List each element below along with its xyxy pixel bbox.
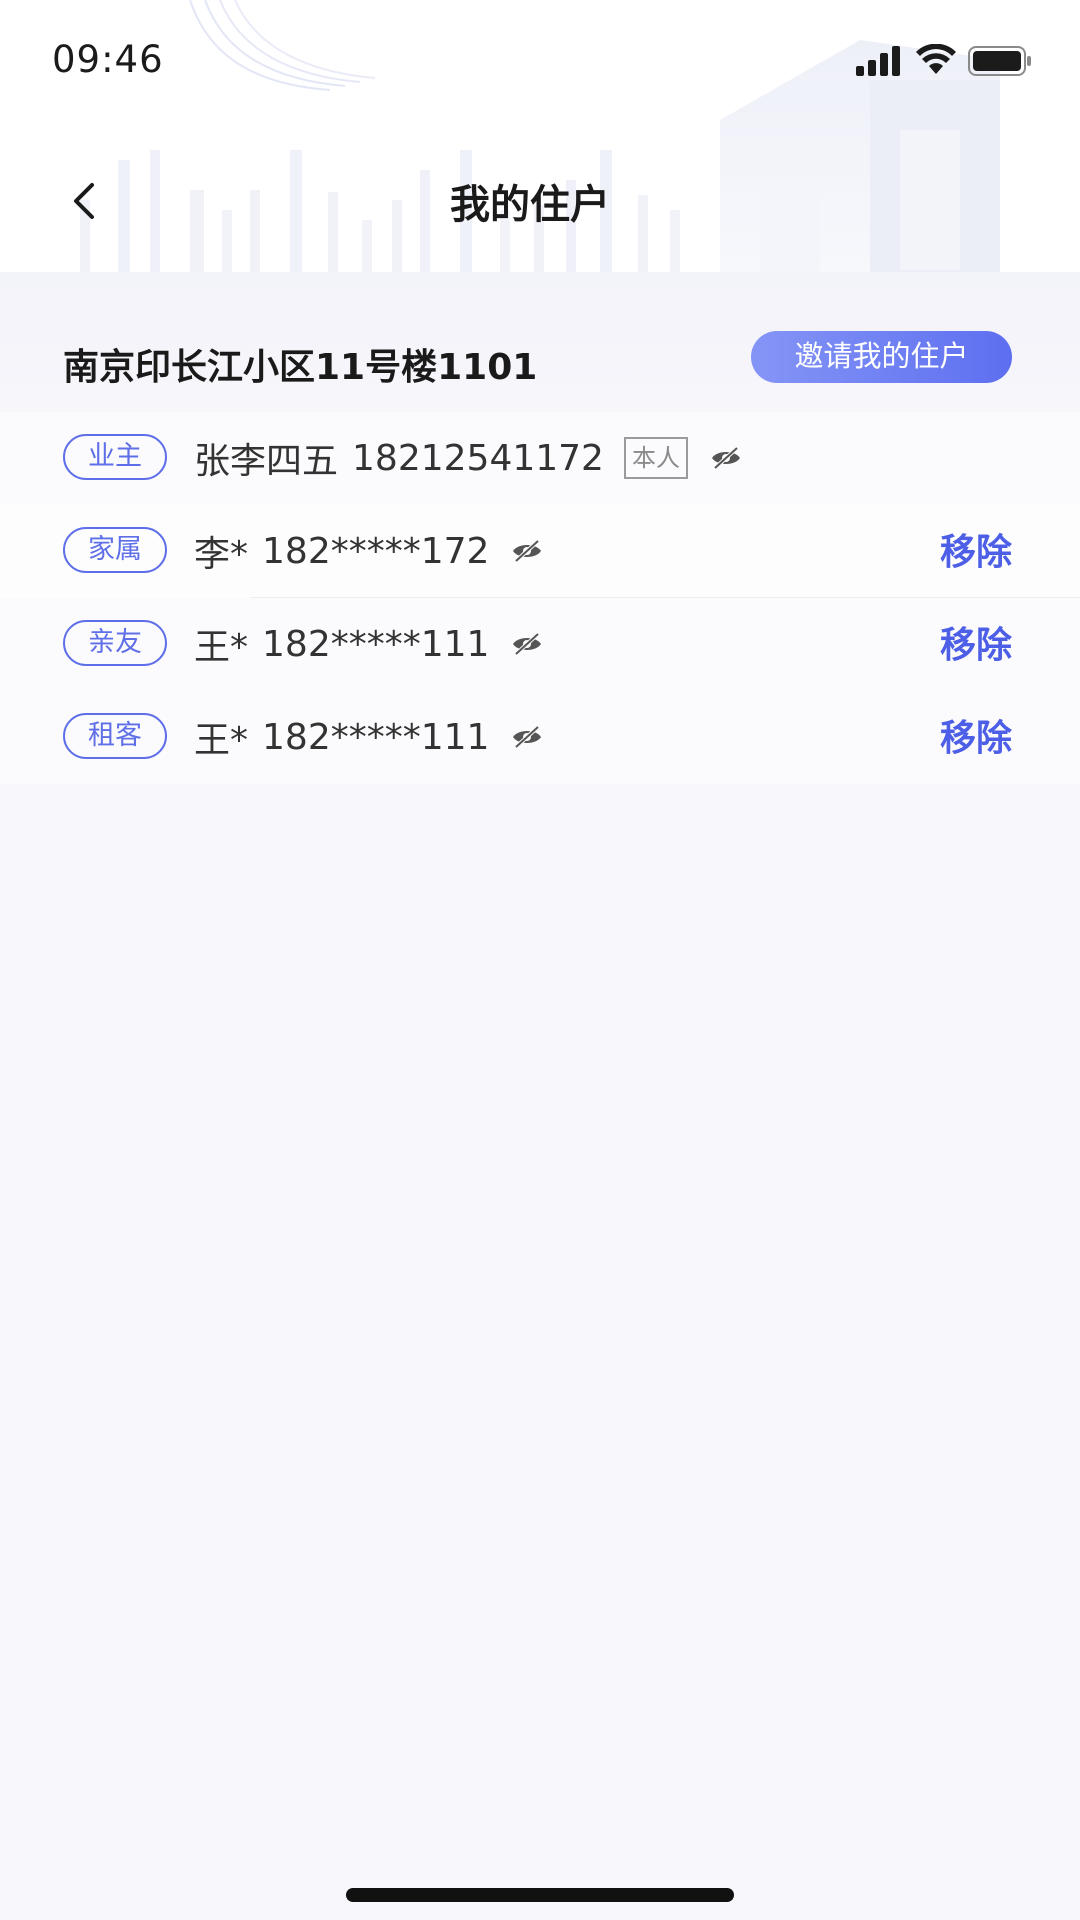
role-tag: 亲友: [63, 620, 167, 666]
remove-button[interactable]: 移除: [940, 523, 1012, 575]
resident-phone: 18212541172: [352, 437, 604, 479]
resident-info: 张李四五 18212541172 本人: [194, 432, 742, 484]
resident-info: 王* 182*****111: [194, 618, 543, 670]
resident-name: 王*: [194, 720, 249, 761]
signal-icon: [856, 46, 900, 76]
resident-name: 李*: [194, 534, 249, 575]
resident-name: 张李四五: [194, 441, 339, 482]
role-tag: 业主: [63, 434, 167, 480]
resident-row: 亲友 王* 182*****111 移除: [0, 598, 1080, 691]
status-bar: 09:46: [0, 0, 1080, 120]
battery-icon: [968, 46, 1031, 76]
self-tag: 本人: [623, 437, 688, 479]
eye-hidden-icon[interactable]: [710, 445, 742, 471]
resident-info: 王* 182*****111: [194, 711, 543, 763]
status-time: 09:46: [52, 38, 164, 81]
role-tag: 租客: [63, 713, 167, 759]
remove-button[interactable]: 移除: [940, 709, 1012, 761]
role-tag: 家属: [63, 527, 167, 573]
eye-hidden-icon[interactable]: [511, 724, 543, 750]
resident-row: 租客 王* 182*****111 移除: [0, 691, 1080, 784]
remove-button[interactable]: 移除: [940, 616, 1012, 668]
resident-phone: 182*****111: [262, 623, 490, 665]
resident-phone: 182*****111: [262, 716, 490, 758]
home-indicator[interactable]: [346, 1888, 734, 1902]
invite-resident-button[interactable]: 邀请我的住户: [751, 331, 1012, 383]
resident-row: 业主 张李四五 18212541172 本人: [0, 412, 1080, 505]
eye-hidden-icon[interactable]: [511, 631, 543, 657]
resident-name: 王*: [194, 627, 249, 668]
resident-info: 李* 182*****172: [194, 525, 543, 577]
address-text: 南京印长江小区11号楼1101: [63, 347, 538, 388]
page-title: 我的住户: [450, 182, 610, 228]
resident-phone: 182*****172: [262, 530, 490, 572]
resident-list: 业主 张李四五 18212541172 本人 家属 李* 182*****172: [0, 412, 1080, 784]
wifi-icon: [916, 44, 956, 74]
eye-hidden-icon[interactable]: [511, 538, 543, 564]
resident-row: 家属 李* 182*****172 移除: [0, 505, 1080, 598]
